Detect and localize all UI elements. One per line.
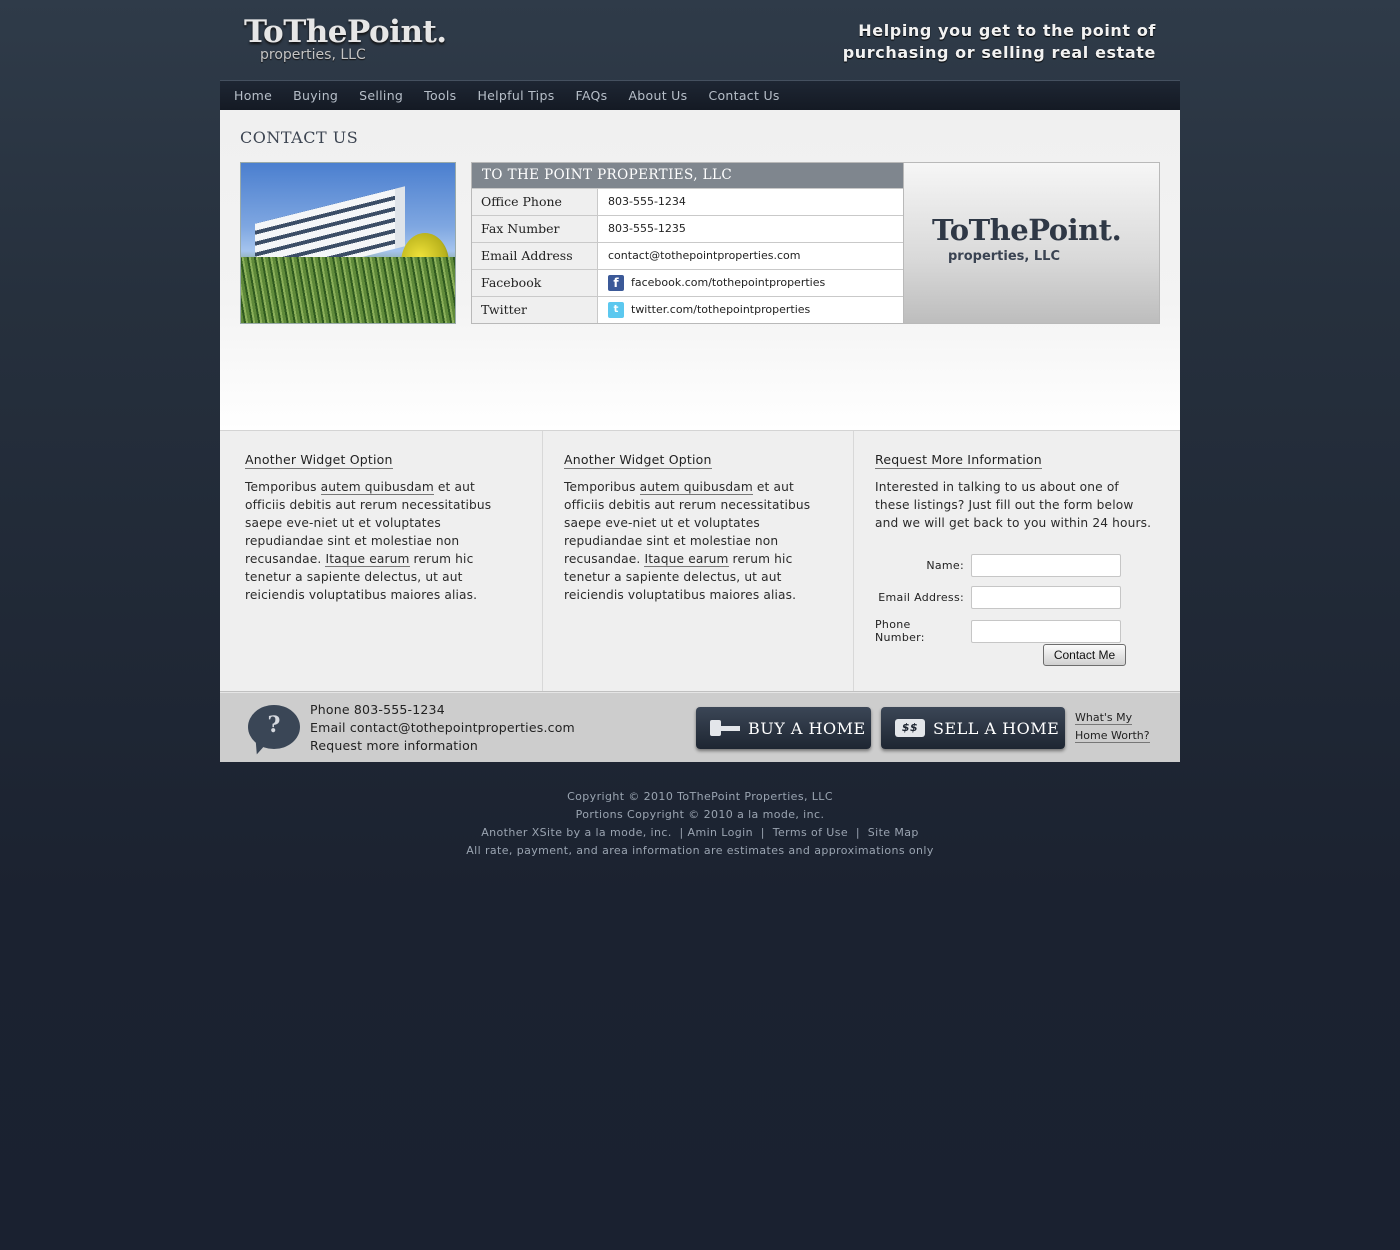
footer-separator: | [760,826,765,839]
buy-a-home-button[interactable]: BUY A HOME [696,707,871,749]
office-building-photo [240,162,456,324]
twitter-cell: t twitter.com/tothepointproperties [598,297,810,323]
nav-about-us[interactable]: About Us [628,88,687,103]
buy-a-home-label: BUY A HOME [748,718,866,738]
brand-logo-panel: ToThePoint. properties, LLC [903,162,1160,324]
cta-request-link[interactable]: Request more information [310,737,575,755]
office-phone-label: Office Phone [472,189,598,215]
sell-a-home-label: SELL A HOME [933,718,1060,738]
nav-selling[interactable]: Selling [359,88,403,103]
widget-one-text: Temporibus autem quibusdam et aut offici… [245,478,517,604]
brand-logo-main: ToThePoint. [932,213,1122,247]
widget-link[interactable]: Itaque earum [644,552,729,567]
sell-a-home-button[interactable]: $$ SELL A HOME [881,707,1065,749]
facebook-icon[interactable]: f [608,275,624,291]
widget-text-part: Temporibus [245,480,321,494]
widget-one-title[interactable]: Another Widget Option [245,452,393,469]
fax-number-label: Fax Number [472,216,598,242]
grass-shape [241,257,455,323]
name-input[interactable] [971,554,1121,577]
tagline-line-2: purchasing or selling real estate [842,43,1156,62]
form-row-email: Email Address: [875,586,1155,609]
contact-info-table: TO THE POINT PROPERTIES, LLC Office Phon… [471,162,904,324]
xsite-credit-link[interactable]: Another XSite by a la mode, inc. [481,826,672,839]
footer-separator: | [855,826,860,839]
admin-login-link[interactable]: Amin Login [688,826,753,839]
form-row-phone: Phone Number: [875,618,1155,644]
home-worth-link[interactable]: What's My Home Worth? [1075,709,1150,745]
copyright-line: Copyright © 2010 ToThePoint Properties, … [567,790,833,803]
key-icon [710,719,740,737]
request-info-widget: Request More Information Interested in t… [854,431,1180,691]
request-info-title[interactable]: Request More Information [875,452,1042,469]
main-content: CONTACT US TO THE POINT PROPERTIES, LLC … [220,110,1180,430]
cta-phone: Phone 803-555-1234 [310,702,445,717]
home-worth-line-1: What's My [1075,711,1133,725]
site-logo[interactable]: ToThePoint. properties, LLC [244,14,447,63]
email-address-label: Email Address [472,243,598,269]
nav-helpful-tips[interactable]: Helpful Tips [477,88,554,103]
site-header: ToThePoint. properties, LLC Helping you … [220,0,1180,80]
nav-buying[interactable]: Buying [293,88,338,103]
footer-separator: | [679,826,684,839]
table-row: Email Address contact@tothepointproperti… [472,242,903,269]
email-label: Email Address: [878,591,964,604]
widget-link[interactable]: autem quibusdam [639,480,753,495]
twitter-icon[interactable]: t [608,302,624,318]
facebook-cell: f facebook.com/tothepointproperties [598,270,825,296]
name-label: Name: [926,559,964,572]
table-row: Facebook f facebook.com/tothepointproper… [472,269,903,296]
phone-input[interactable] [971,619,1121,643]
site-footer: Copyright © 2010 ToThePoint Properties, … [220,788,1180,860]
nav-tools[interactable]: Tools [424,88,456,103]
page-container: ToThePoint. properties, LLC Helping you … [220,0,1180,762]
site-tagline: Helping you get to the point of purchasi… [836,20,1156,64]
widget-link[interactable]: Itaque earum [325,552,410,567]
terms-of-use-link[interactable]: Terms of Use [773,826,848,839]
logo-main-text: ToThePoint. [244,14,447,50]
table-row: Twitter t twitter.com/tothepointproperti… [472,296,903,323]
widget-one: Another Widget Option Temporibus autem q… [220,431,543,691]
tagline-line-1: Helping you get to the point of [858,21,1156,40]
email-address-link[interactable]: contact@tothepointproperties.com [598,243,800,269]
widget-text-part: Temporibus [564,480,640,494]
table-row: Office Phone 803-555-1234 [472,188,903,215]
twitter-link[interactable]: twitter.com/tothepointproperties [631,297,810,323]
nav-home[interactable]: Home [234,88,272,103]
nav-contact-us[interactable]: Contact Us [708,88,779,103]
brand-logo-sub: properties, LLC [948,249,1060,264]
phone-label: Phone Number: [875,618,925,644]
contact-info-header: TO THE POINT PROPERTIES, LLC [472,163,903,188]
widget-two-title[interactable]: Another Widget Option [564,452,712,469]
contact-me-button[interactable]: Contact Me [1043,644,1126,666]
office-phone-value: 803-555-1234 [608,195,686,208]
portions-copyright-line: Portions Copyright © 2010 a la mode, inc… [575,808,825,821]
cta-contact-text: Phone 803-555-1234 Email contact@tothepo… [310,701,575,755]
widget-two-text: Temporibus autem quibusdam et aut offici… [564,478,828,604]
facebook-label: Facebook [472,270,598,296]
question-bubble-icon: ? [248,705,300,749]
request-info-intro: Interested in talking to us about one of… [875,480,1152,530]
price-tag-icon: $$ [895,719,925,737]
widget-two: Another Widget Option Temporibus autem q… [543,431,854,691]
widget-area: Another Widget Option Temporibus autem q… [220,430,1180,692]
nav-faqs[interactable]: FAQs [576,88,608,103]
request-info-form: Name: Email Address: Phone Number: [875,554,1155,644]
form-row-name: Name: [875,554,1155,577]
footer-links: Another XSite by a la mode, inc. | Amin … [220,824,1180,842]
disclaimer-line: All rate, payment, and area information … [466,844,934,857]
fax-number-value: 803-555-1235 [608,222,686,235]
cta-email[interactable]: Email contact@tothepointproperties.com [310,719,575,737]
facebook-link[interactable]: facebook.com/tothepointproperties [631,270,825,296]
email-input[interactable] [971,586,1121,609]
table-row: Fax Number 803-555-1235 [472,215,903,242]
home-worth-line-2: Home Worth? [1075,729,1150,743]
twitter-label: Twitter [472,297,598,323]
site-map-link[interactable]: Site Map [868,826,919,839]
page-title: CONTACT US [240,128,359,147]
main-nav: Home Buying Selling Tools Helpful Tips F… [220,80,1180,110]
call-to-action-bar: ? Phone 803-555-1234 Email contact@tothe… [220,692,1180,762]
widget-link[interactable]: autem quibusdam [320,480,434,495]
